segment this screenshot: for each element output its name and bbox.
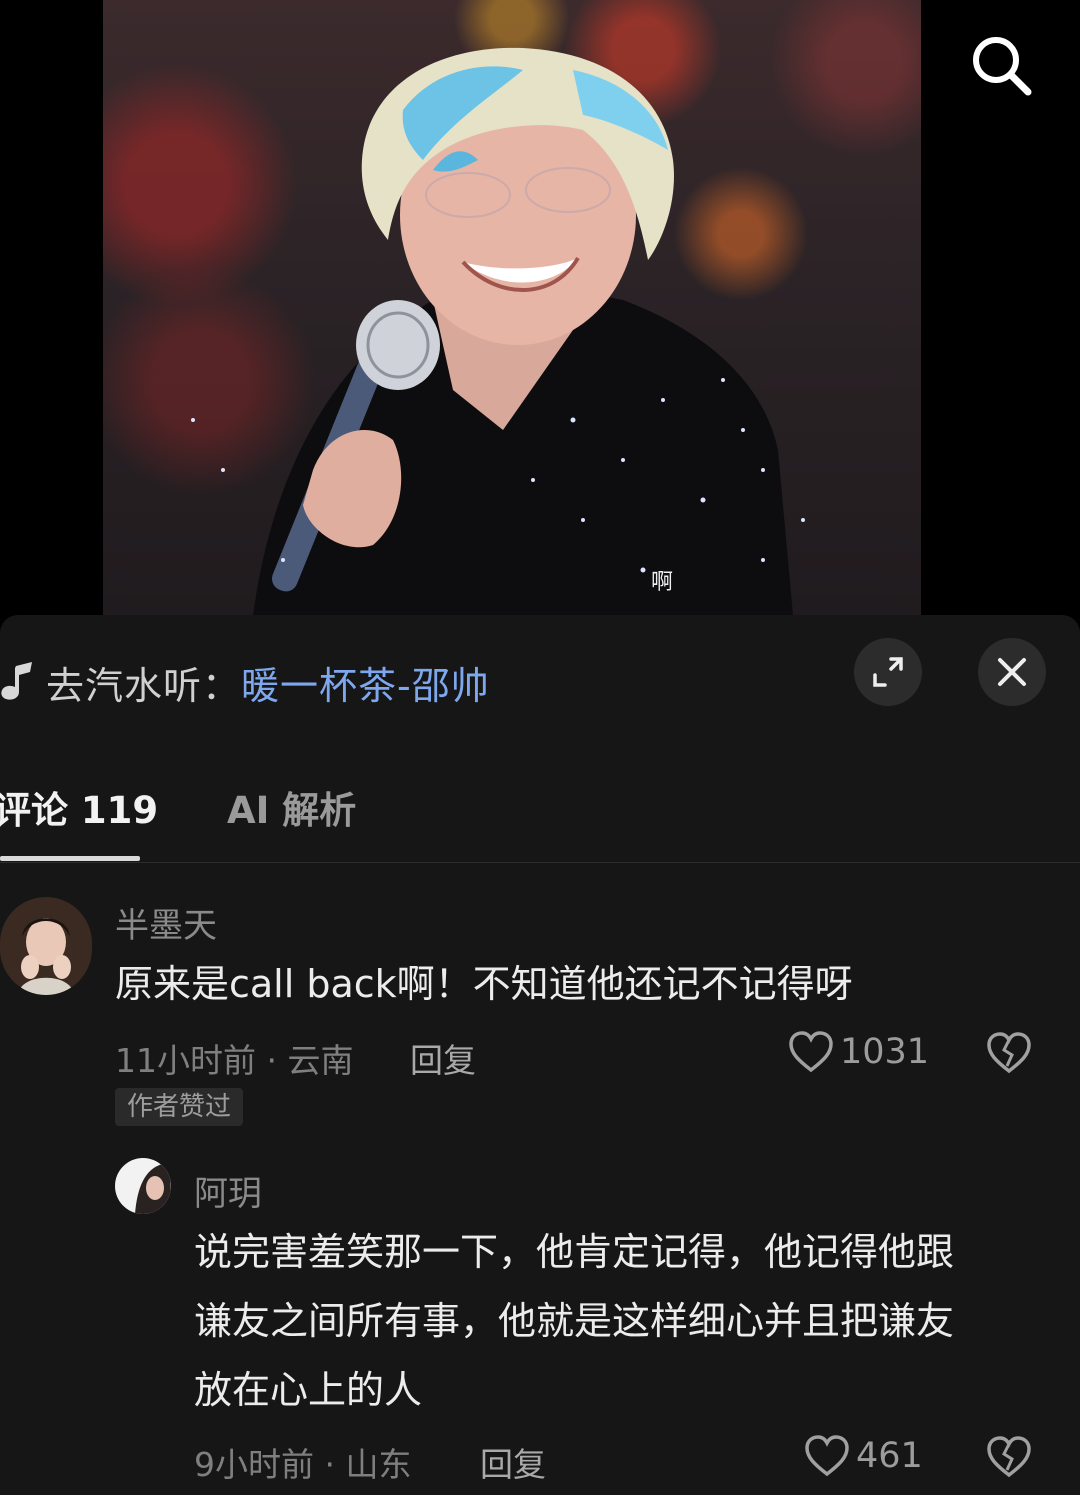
music-song-title[interactable]: 暖一杯茶-邵帅: [241, 655, 490, 710]
comment-text-line: 放在心上的人: [194, 1368, 423, 1412]
video-scene-image: [191, 47, 805, 615]
tab-comments[interactable]: 评论 119: [0, 780, 158, 834]
avatar-image: [115, 1158, 171, 1214]
tabs-divider: [0, 862, 1080, 863]
video-player[interactable]: 啊: [0, 0, 1080, 615]
avatar[interactable]: [115, 1158, 171, 1214]
comment-username[interactable]: 阿玥: [194, 1166, 262, 1215]
broken-heart-icon: [987, 1436, 1031, 1478]
close-button[interactable]: [978, 638, 1046, 706]
like-count: 1031: [840, 1032, 930, 1072]
expand-icon: [873, 657, 903, 687]
video-subtitle: 啊: [651, 570, 674, 595]
dislike-button[interactable]: [986, 1434, 1032, 1480]
active-tab-indicator: [0, 856, 140, 861]
avatar[interactable]: [0, 897, 92, 995]
search-icon: [973, 37, 1032, 96]
video-frame[interactable]: 啊: [103, 0, 921, 615]
heart-icon: [789, 1031, 833, 1073]
comment-tabs: 评论 119 AI 解析: [0, 780, 1080, 864]
expand-button[interactable]: [854, 638, 922, 706]
music-link[interactable]: 去汽水听： 暖一杯茶-邵帅: [0, 652, 490, 712]
music-prefix: 去汽水听：: [46, 663, 242, 708]
close-icon: [998, 658, 1026, 686]
like-count: 461: [856, 1436, 923, 1476]
avatar-image: [0, 897, 92, 995]
comment-username[interactable]: 半墨天: [115, 898, 217, 947]
comment-meta: 9小时前 · 山东: [194, 1445, 412, 1484]
comment-text: 说完害羞笑那一下，他肯定记得，他记得他跟 谦友之间所有事，他就是这样细心并且把谦…: [194, 1218, 954, 1425]
dislike-button[interactable]: [986, 1030, 1032, 1076]
reply-button[interactable]: 回复: [410, 1034, 476, 1082]
like-button[interactable]: 1031: [788, 1030, 929, 1074]
comment-meta: 11小时前 · 云南: [115, 1041, 354, 1080]
comment-text-line: 说完害羞笑那一下，他肯定记得，他记得他跟: [194, 1230, 955, 1274]
like-button[interactable]: 461: [804, 1434, 923, 1478]
broken-heart-icon: [987, 1032, 1031, 1074]
music-note-icon: [1, 662, 32, 700]
search-button[interactable]: [966, 30, 1036, 100]
comment-text: 原来是call back啊！不知道他还记不记得呀: [115, 962, 853, 1006]
comment-text-line: 谦友之间所有事，他就是这样细心并且把谦友: [194, 1299, 955, 1343]
tab-ai-analysis[interactable]: AI 解析: [227, 780, 356, 834]
author-liked-badge: 作者赞过: [115, 1088, 244, 1126]
heart-icon: [805, 1435, 849, 1477]
reply-button[interactable]: 回复: [480, 1438, 546, 1486]
